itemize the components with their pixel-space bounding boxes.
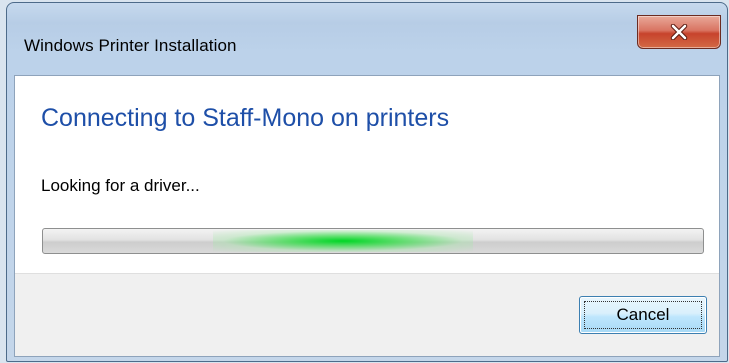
main-instruction: Connecting to Staff-Mono on printers	[41, 104, 450, 132]
progress-marquee-glow	[213, 230, 473, 252]
button-footer: Cancel	[15, 273, 719, 356]
title-bar[interactable]: Windows Printer Installation	[7, 3, 727, 75]
cancel-button-label: Cancel	[616, 305, 670, 324]
close-icon	[670, 24, 688, 40]
close-button[interactable]	[637, 15, 721, 49]
cancel-button[interactable]: Cancel	[579, 296, 707, 334]
dialog-content: Connecting to Staff-Mono on printers Loo…	[14, 75, 720, 357]
status-text: Looking for a driver...	[41, 176, 200, 195]
printer-install-dialog: Windows Printer Installation Connecting …	[6, 2, 728, 362]
progress-bar	[42, 228, 704, 254]
window-title: Windows Printer Installation	[24, 36, 237, 55]
